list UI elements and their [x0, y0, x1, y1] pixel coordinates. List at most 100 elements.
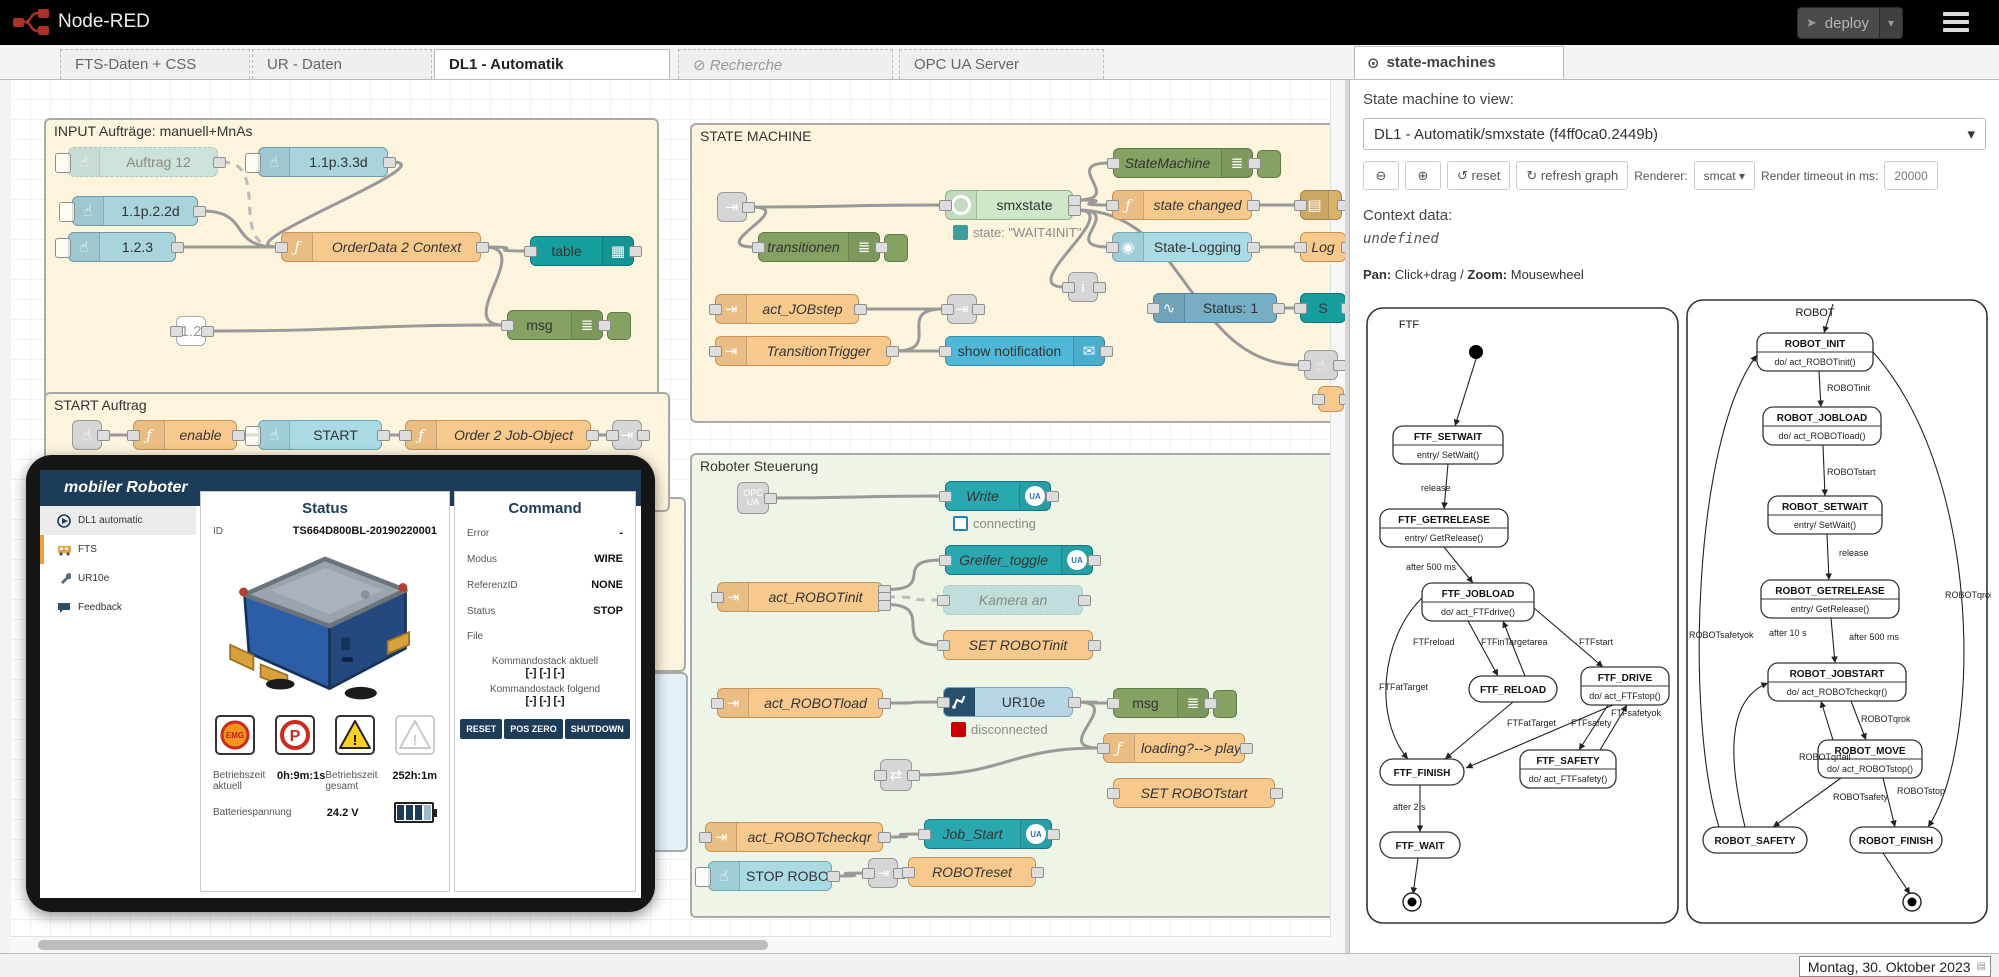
input-port[interactable]: [275, 242, 288, 253]
node-msg1[interactable]: msg≣: [507, 310, 603, 340]
p-stop-icon[interactable]: P: [275, 715, 315, 760]
input-port[interactable]: [1097, 743, 1110, 754]
deploy-options-caret[interactable]: ▾: [1879, 8, 1902, 38]
node-table[interactable]: table▦: [530, 236, 634, 266]
node-setrobotinit[interactable]: SET ROBOTinit: [943, 630, 1093, 660]
emg-icon[interactable]: EMG: [215, 715, 255, 760]
renderer-select[interactable]: smcat ▾: [1694, 161, 1755, 190]
node-loading[interactable]: ƒloading?--> play: [1103, 733, 1245, 763]
output-port[interactable]: [1270, 788, 1283, 799]
canvas-horizontal-scrollbar[interactable]: [10, 936, 1331, 953]
output-port[interactable]: [1088, 640, 1101, 651]
output-port[interactable]: [1247, 200, 1260, 211]
input-port[interactable]: [1294, 242, 1307, 253]
input-port[interactable]: [937, 697, 950, 708]
node-statelogging[interactable]: ◉State-Logging: [1112, 232, 1252, 262]
output-port[interactable]: [1046, 491, 1059, 502]
output-port[interactable]: [1240, 743, 1253, 754]
input-port[interactable]: [170, 326, 183, 337]
output-port[interactable]: [232, 430, 245, 441]
input-port[interactable]: [918, 829, 931, 840]
output-port[interactable]: [1068, 205, 1081, 216]
output-port[interactable]: [201, 326, 214, 337]
input-port[interactable]: [1106, 200, 1119, 211]
input-port[interactable]: [874, 770, 887, 781]
reset-button[interactable]: ↺ reset: [1447, 161, 1510, 190]
input-port[interactable]: [127, 430, 140, 441]
flow-tab-dl1-automatik[interactable]: DL1 - Automatik: [434, 49, 670, 79]
output-port[interactable]: [854, 304, 867, 315]
node-stoprobot[interactable]: ☝STOP ROBOT: [708, 861, 832, 891]
output-port[interactable]: [377, 430, 390, 441]
refresh-graph-button[interactable]: ↻ refresh graph: [1516, 161, 1628, 190]
input-port[interactable]: [709, 304, 722, 315]
output-port[interactable]: [878, 698, 891, 709]
input-port[interactable]: [606, 430, 619, 441]
output-port[interactable]: [1337, 200, 1345, 211]
output-port[interactable]: [629, 246, 642, 257]
input-port[interactable]: [399, 430, 412, 441]
sidebar-tab-state-machines[interactable]: ⊙ state-machines: [1354, 46, 1564, 79]
node-order2job[interactable]: ƒOrder 2 Job-Object: [405, 420, 591, 450]
input-port[interactable]: [1107, 698, 1120, 709]
node-write[interactable]: WriteUA: [945, 481, 1051, 511]
node-n1122[interactable]: ☝1.1p.2.2d: [72, 196, 198, 226]
menu-item-feedback[interactable]: Feedback: [40, 593, 196, 622]
input-port[interactable]: [1107, 788, 1120, 799]
output-port[interactable]: [598, 320, 611, 331]
state-diagram[interactable]: FTFFTF_SETWAITentry/ SetWait()FTF_GETREL…: [1363, 298, 1991, 933]
output-port[interactable]: [637, 430, 650, 441]
inject-button[interactable]: [55, 153, 71, 173]
node-statemachine[interactable]: StateMachine≣: [1113, 148, 1253, 178]
node-start[interactable]: ☝START: [258, 420, 382, 450]
node-msg2[interactable]: msg≣: [1113, 688, 1209, 718]
input-port[interactable]: [937, 640, 950, 651]
flow-tab-ur-daten[interactable]: UR - Daten: [252, 49, 432, 79]
node-actrobotcheckqr[interactable]: ⇥act_ROBOTcheckqr: [705, 822, 883, 852]
output-port[interactable]: [1247, 242, 1260, 253]
input-port[interactable]: [939, 200, 952, 211]
output-port[interactable]: [171, 242, 184, 253]
flow-tab-recherche[interactable]: ⊘ Recherche: [678, 49, 893, 79]
output-port[interactable]: [764, 493, 777, 504]
node-actrobotload[interactable]: ⇥act_ROBOTload: [717, 688, 883, 718]
output-port[interactable]: [878, 600, 891, 611]
input-port[interactable]: [939, 346, 952, 357]
scrollbar-thumb[interactable]: [38, 940, 768, 950]
output-port[interactable]: [1093, 282, 1106, 293]
zoom-in-button[interactable]: ⊕: [1405, 161, 1441, 190]
inject-button[interactable]: [55, 238, 71, 258]
output-port[interactable]: [827, 871, 840, 882]
menu-item-ur10e[interactable]: UR10e: [40, 564, 196, 593]
output-port[interactable]: [878, 832, 891, 843]
output-port[interactable]: [193, 206, 206, 217]
pos-zero-button[interactable]: POS ZERO: [504, 719, 563, 739]
output-port[interactable]: [213, 157, 226, 168]
node-transtrigger[interactable]: ⇥TransitionTrigger: [715, 336, 891, 366]
node-setrobotstart[interactable]: SET ROBOTstart: [1113, 778, 1275, 808]
input-port[interactable]: [1106, 242, 1119, 253]
node-jobstart[interactable]: Job_StartUA: [924, 819, 1052, 849]
inject-button[interactable]: [59, 202, 75, 222]
output-port[interactable]: [972, 304, 985, 315]
timeout-input[interactable]: 20000: [1884, 161, 1937, 190]
node-status1[interactable]: ∿Status: 1: [1153, 293, 1277, 323]
node-robotreset[interactable]: ROBOTreset: [908, 857, 1036, 887]
input-port[interactable]: [902, 867, 915, 878]
input-port[interactable]: [711, 592, 724, 603]
input-port[interactable]: [1062, 282, 1075, 293]
input-port[interactable]: [1294, 200, 1307, 211]
output-port[interactable]: [875, 242, 888, 253]
input-port[interactable]: [937, 595, 950, 606]
node-actjobstep[interactable]: ⇥act_JOBstep: [715, 294, 859, 324]
input-port[interactable]: [501, 320, 514, 331]
input-port[interactable]: [1147, 303, 1160, 314]
node-n123[interactable]: ☝1.2.3: [68, 232, 176, 262]
output-port[interactable]: [1088, 555, 1101, 566]
input-port[interactable]: [1298, 360, 1311, 371]
output-port[interactable]: [1047, 829, 1060, 840]
shutdown-button[interactable]: SHUTDOWN: [565, 719, 630, 739]
output-port[interactable]: [1272, 303, 1285, 314]
reset-button[interactable]: RESET: [460, 719, 502, 739]
flow-tab-opc-ua-server[interactable]: OPC UA Server: [899, 49, 1104, 79]
